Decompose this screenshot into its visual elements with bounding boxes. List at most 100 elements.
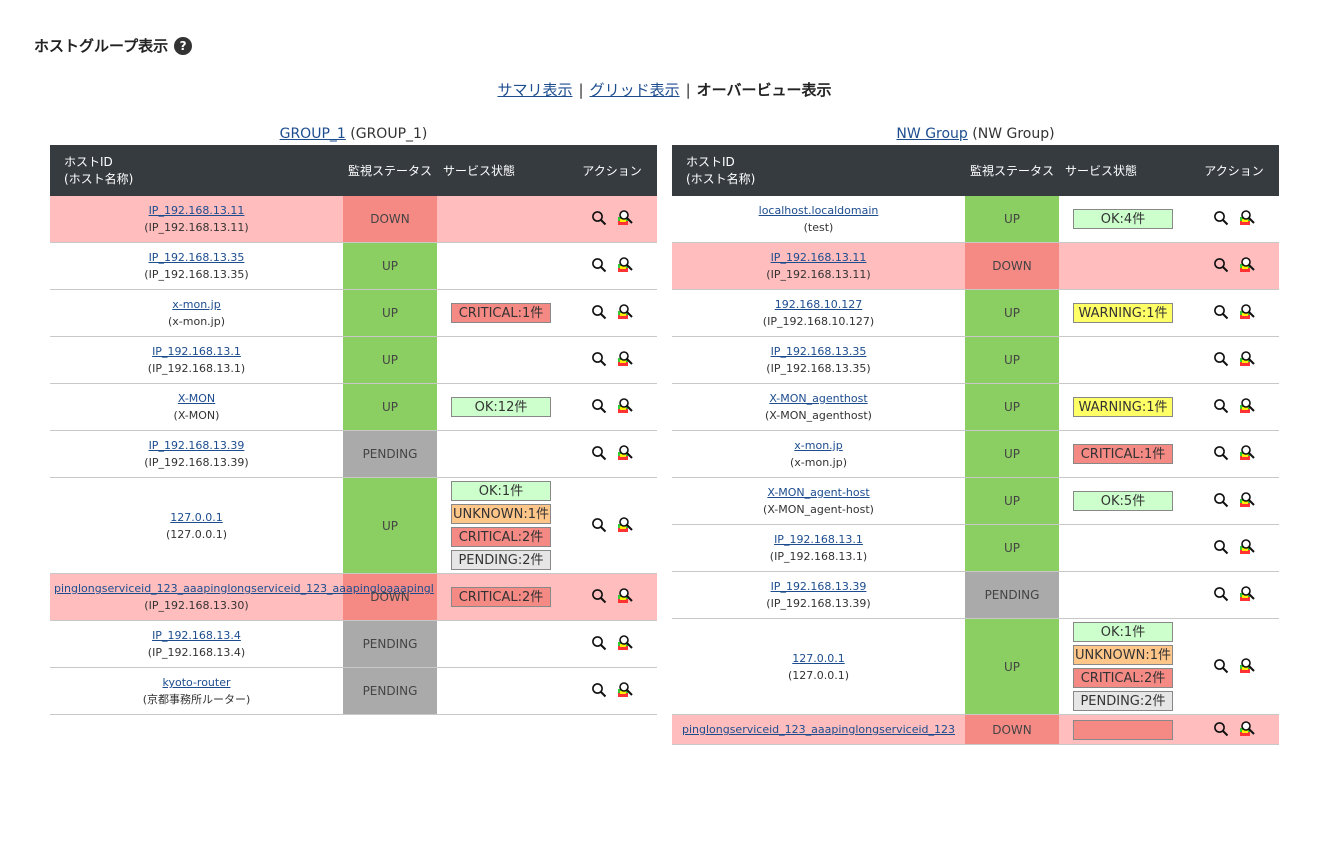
services-cell: WARNING:1件 [1059,289,1189,337]
magnifier-icon[interactable] [591,588,607,604]
header-actions: アクション [1189,145,1279,196]
host-detail-icon[interactable] [1238,538,1256,556]
host-detail-icon[interactable] [616,209,634,227]
host-id-link[interactable]: IP_192.168.13.35 [771,345,867,358]
status-cell: UP [343,383,437,431]
host-detail-icon[interactable] [616,350,634,368]
magnifier-icon[interactable] [591,517,607,533]
host-detail-icon[interactable] [616,587,634,605]
magnifier-icon[interactable] [591,210,607,226]
magnifier-icon[interactable] [1213,304,1229,320]
host-id-link[interactable]: X-MON_agenthost [769,392,867,405]
services-cell: CRITICAL:2件 [437,573,567,621]
service-ok-badge[interactable]: OK:1件 [1073,622,1173,642]
host-detail-icon[interactable] [1238,657,1256,675]
magnifier-icon[interactable] [591,351,607,367]
service-ok-badge[interactable]: OK:5件 [1073,491,1173,511]
host-detail-icon[interactable] [1238,350,1256,368]
status-cell: PENDING [343,667,437,715]
magnifier-icon[interactable] [591,682,607,698]
service-warning-badge[interactable]: WARNING:1件 [1073,303,1173,323]
service-ok-badge[interactable]: OK:12件 [451,397,551,417]
host-detail-icon[interactable] [1238,209,1256,227]
service-ok-badge[interactable]: OK:1件 [451,481,551,501]
host-id-link[interactable]: IP_192.168.13.1 [152,345,241,358]
host-detail-icon[interactable] [616,516,634,534]
host-id-link[interactable]: x-mon.jp [172,298,220,311]
magnifier-icon[interactable] [591,304,607,320]
host-id-link[interactable]: kyoto-router [162,676,230,689]
magnifier-icon[interactable] [1213,398,1229,414]
magnifier-icon[interactable] [1213,492,1229,508]
host-name: (127.0.0.1) [787,668,850,682]
host-id-link[interactable]: X-MON [178,392,215,405]
grid-view-link[interactable]: グリッド表示 [590,81,680,99]
magnifier-icon[interactable] [591,257,607,273]
services-cell [1059,242,1189,290]
host-id-link[interactable]: 127.0.0.1 [170,511,222,524]
host-detail-icon[interactable] [616,444,634,462]
service-critical-badge[interactable]: CRITICAL:2件 [451,587,551,607]
magnifier-icon[interactable] [1213,539,1229,555]
service-pending-badge[interactable]: PENDING:2件 [1073,691,1173,711]
magnifier-icon[interactable] [1213,658,1229,674]
magnifier-icon[interactable] [1213,445,1229,461]
host-id-link[interactable]: 192.168.10.127 [775,298,862,311]
page-title: ホストグループ表示 ? [34,35,193,56]
host-id-link[interactable]: IP_192.168.13.4 [152,629,241,642]
service-pending-badge[interactable]: PENDING:2件 [451,550,551,570]
host-detail-icon[interactable] [1238,491,1256,509]
actions-cell [567,242,657,290]
service-critical-badge[interactable]: CRITICAL:1件 [1073,444,1173,464]
magnifier-icon[interactable] [591,635,607,651]
magnifier-icon[interactable] [1213,586,1229,602]
host-detail-icon[interactable] [616,681,634,699]
host-id-link[interactable]: pinglongserviceid_123_aaapinglongservice… [682,723,955,736]
host-detail-icon[interactable] [1238,444,1256,462]
host-id-link[interactable]: IP_192.168.13.39 [771,580,867,593]
host-detail-icon[interactable] [1238,585,1256,603]
magnifier-icon[interactable] [591,445,607,461]
host-id-link[interactable]: IP_192.168.13.11 [149,204,245,217]
host-id-link[interactable]: IP_192.168.13.39 [149,439,245,452]
host-id-link[interactable]: IP_192.168.13.11 [771,251,867,264]
host-detail-icon[interactable] [1238,256,1256,274]
summary-view-link[interactable]: サマリ表示 [497,81,572,99]
table-header-row: ホストID (ホスト名称) 監視ステータス サービス状態 アクション [672,145,1279,196]
host-detail-icon[interactable] [616,303,634,321]
service-critical-badge[interactable]: CRITICAL:2件 [1073,668,1173,688]
host-id-link[interactable]: 127.0.0.1 [792,652,844,665]
help-icon[interactable]: ? [174,36,193,55]
host-id-link[interactable]: localhost.localdomain [759,204,879,217]
service-critical-badge[interactable]: CRITICAL:2件 [451,527,551,547]
host-detail-icon[interactable] [1238,303,1256,321]
magnifier-icon[interactable] [1213,351,1229,367]
actions-cell [567,620,657,668]
service-critical-badge[interactable] [1073,719,1173,740]
host-detail-icon[interactable] [616,256,634,274]
magnifier-icon[interactable] [1213,721,1229,737]
service-unknown-badge[interactable]: UNKNOWN:1件 [1073,645,1173,665]
group-link[interactable]: NW Group [896,126,967,142]
host-id-link[interactable]: IP_192.168.13.1 [774,533,863,546]
service-ok-badge[interactable]: OK:4件 [1073,209,1173,229]
actions-cell [567,477,657,574]
magnifier-icon[interactable] [591,398,607,414]
magnifier-icon[interactable] [1213,210,1229,226]
header-status: 監視ステータス [965,145,1059,196]
host-detail-icon[interactable] [616,634,634,652]
service-critical-badge[interactable]: CRITICAL:1件 [451,303,551,323]
host-id-link[interactable]: IP_192.168.13.35 [149,251,245,264]
table-row: IP_192.168.13.11 (IP_192.168.13.11) DOWN [672,242,1279,290]
services-cell: CRITICAL:1件 [1059,430,1189,478]
host-id-link[interactable]: x-mon.jp [794,439,842,452]
host-id-link[interactable]: X-MON_agent-host [767,486,869,499]
service-unknown-badge[interactable]: UNKNOWN:1件 [451,504,551,524]
host-detail-icon[interactable] [1238,720,1256,738]
table-row: X-MON_agenthost (X-MON_agenthost) UP WARNIN… [672,383,1279,431]
host-detail-icon[interactable] [616,397,634,415]
service-warning-badge[interactable]: WARNING:1件 [1073,397,1173,417]
host-detail-icon[interactable] [1238,397,1256,415]
group-link[interactable]: GROUP_1 [280,126,346,142]
magnifier-icon[interactable] [1213,257,1229,273]
